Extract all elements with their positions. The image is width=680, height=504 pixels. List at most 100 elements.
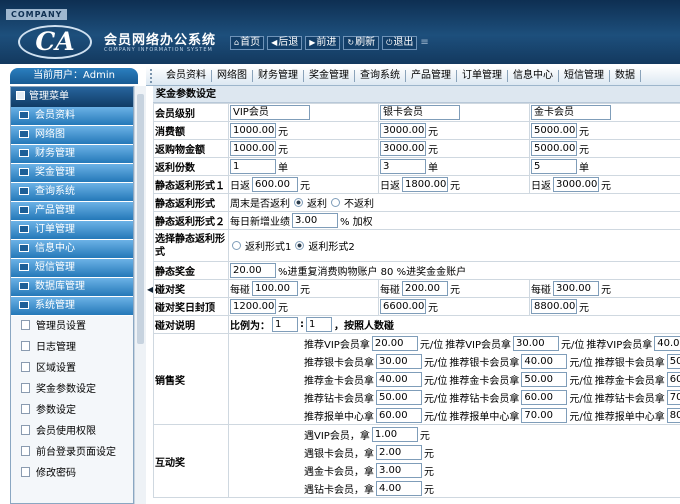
consume-field[interactable]: 3000.00 [380, 123, 426, 138]
collision-cap-field[interactable]: 1200.00 [230, 299, 276, 314]
company-badge: COMPANY [6, 9, 68, 20]
back-button[interactable]: ◀后退 [267, 36, 303, 50]
sales-field[interactable]: 30.00 [513, 335, 560, 351]
collision-cap-field[interactable]: 6600.00 [380, 299, 426, 314]
sidebar-subitem-params[interactable]: 参数设定 [11, 400, 133, 421]
sidebar: 管理菜单 会员资料 网络图 财务管理 奖金管理 查询系统 产品管理 订单管理 信… [10, 86, 134, 504]
forward-button[interactable]: ▶前进 [305, 36, 341, 50]
sidebar-item-network[interactable]: 网络图 [11, 126, 133, 145]
daily-rebate-field[interactable]: 3000.00 [553, 177, 599, 192]
sidebar-item-orders[interactable]: 订单管理 [11, 221, 133, 240]
sidebar-scrollbar[interactable] [134, 86, 146, 504]
nav-sms[interactable]: 短信管理 [559, 69, 610, 82]
sidebar-item-query[interactable]: 查询系统 [11, 183, 133, 202]
ratio-right-field[interactable]: 1 [306, 317, 332, 332]
sales-field[interactable]: 70.00 [666, 389, 680, 405]
table-row: 静态返利形式１ 日返 600.00 元 日返 1800.00 元 日返 3000.00 元 [153, 175, 680, 194]
menu-icon [16, 91, 25, 100]
back-icon: ◀ [271, 38, 278, 47]
sales-field[interactable]: 30.00 [376, 353, 422, 369]
sidebar-item-member-info[interactable]: 会员资料 [11, 107, 133, 126]
daily-rebate-field[interactable]: 600.00 [252, 177, 298, 192]
rebate-amount-field[interactable]: 1000.00 [230, 141, 276, 156]
top-nav: 会员资料 网络图 财务管理 奖金管理 查询系统 产品管理 订单管理 信息中心 短… [146, 66, 680, 86]
rebate-count-field[interactable]: 5 [531, 159, 577, 174]
interact-field[interactable]: 4.00 [376, 480, 422, 496]
sales-field[interactable]: 40.00 [376, 371, 422, 387]
interact-field[interactable]: 3.00 [376, 462, 422, 478]
rebate-yes-radio[interactable] [294, 198, 303, 207]
table-row: 互动奖 遇VIP会员，拿 1.00 元 遇银卡会员，拿 2.00 元 遇金卡会员，拿 3.… [153, 424, 680, 498]
nav-database[interactable]: 数据 [610, 69, 641, 82]
sidebar-item-messages[interactable]: 信息中心 [11, 240, 133, 259]
sales-field[interactable]: 40.00 [521, 353, 568, 369]
static-bonus-field[interactable]: 20.00 [230, 263, 276, 278]
collision-field[interactable]: 300.00 [553, 281, 599, 296]
daily-growth-field[interactable]: 3.00 [292, 213, 338, 228]
ratio-left-field[interactable]: 1 [272, 317, 298, 332]
form1-radio[interactable] [232, 241, 241, 250]
consume-field[interactable]: 5000.00 [531, 123, 577, 138]
sales-field[interactable]: 60.00 [521, 389, 568, 405]
sales-field[interactable]: 50.00 [376, 389, 422, 405]
daily-rebate-field[interactable]: 1800.00 [402, 177, 448, 192]
interact-field[interactable]: 2.00 [376, 444, 422, 460]
sidebar-subitem-password[interactable]: 修改密码 [11, 463, 133, 484]
nav-messages[interactable]: 信息中心 [508, 69, 559, 82]
sidebar-subitem-region[interactable]: 区域设置 [11, 358, 133, 379]
scrollbar-thumb[interactable] [137, 94, 144, 344]
sidebar-subitem-bonus-params[interactable]: 奖金参数设定 [11, 379, 133, 400]
sidebar-subitem-logs[interactable]: 日志管理 [11, 337, 133, 358]
home-button[interactable]: ⌂首页 [230, 36, 265, 50]
rebate-count-field[interactable]: 1 [230, 159, 276, 174]
form-title: 奖金参数设定 [153, 86, 680, 103]
collision-field[interactable]: 100.00 [252, 281, 298, 296]
rebate-amount-field[interactable]: 5000.00 [531, 141, 577, 156]
sales-field[interactable]: 50.00 [521, 371, 568, 387]
nav-query[interactable]: 查询系统 [355, 69, 406, 82]
refresh-button[interactable]: ↻刷新 [343, 36, 380, 50]
rebate-no-radio[interactable] [331, 198, 340, 207]
collision-field[interactable]: 200.00 [402, 281, 448, 296]
sales-row: 推荐钻卡会员拿50.00元/位推荐钻卡会员拿60.00元/位推荐钻卡会员拿70.… [304, 388, 680, 406]
sales-field[interactable]: 80.00 [666, 407, 680, 423]
collision-cap-field[interactable]: 8800.00 [531, 299, 577, 314]
sidebar-item-sms[interactable]: 短信管理 [11, 259, 133, 278]
sidebar-item-finance[interactable]: 财务管理 [11, 145, 133, 164]
sales-field[interactable]: 50.00 [666, 353, 680, 369]
sidebar-item-system[interactable]: 系统管理 [11, 297, 133, 316]
nav-member-info[interactable]: 会员资料 [161, 69, 212, 82]
consume-field[interactable]: 1000.00 [230, 123, 276, 138]
rebate-amount-field[interactable]: 3000.00 [380, 141, 426, 156]
document-icon [21, 425, 30, 435]
rebate-count-field[interactable]: 3 [380, 159, 426, 174]
level-field[interactable]: 银卡会员 [380, 105, 460, 120]
sidebar-item-bonus[interactable]: 奖金管理 [11, 164, 133, 183]
form2-radio[interactable] [295, 241, 305, 250]
sales-field[interactable]: 60.00 [666, 371, 680, 387]
level-field[interactable]: 金卡会员 [531, 105, 611, 120]
sales-field[interactable]: 20.00 [371, 335, 418, 351]
row-label: 返购物金额 [153, 139, 229, 158]
sales-field[interactable]: 60.00 [376, 407, 422, 423]
level-field[interactable]: VIP会员 [230, 105, 310, 120]
folder-icon [19, 130, 29, 138]
sidebar-subitem-permissions[interactable]: 会员使用权限 [11, 421, 133, 442]
sidebar-item-database[interactable]: 数据库管理 [11, 278, 133, 297]
sales-field[interactable]: 40.00 [654, 335, 680, 351]
logout-button[interactable]: ⏻退出 [382, 36, 418, 50]
nav-network[interactable]: 网络图 [212, 69, 253, 82]
nav-bonus[interactable]: 奖金管理 [304, 69, 355, 82]
nav-products[interactable]: 产品管理 [406, 69, 457, 82]
nav-finance[interactable]: 财务管理 [253, 69, 304, 82]
sidebar-subitem-login-page[interactable]: 前台登录页面设定 [11, 442, 133, 463]
nav-orders[interactable]: 订单管理 [457, 69, 508, 82]
document-icon [21, 404, 30, 414]
interact-field[interactable]: 1.00 [371, 426, 418, 442]
table-row: 返利份数 1单 3单 5单 [153, 157, 680, 176]
sales-field[interactable]: 70.00 [521, 407, 568, 423]
sidebar-subitem-admin[interactable]: 管理员设置 [11, 316, 133, 337]
sidebar-item-products[interactable]: 产品管理 [11, 202, 133, 221]
drag-handle-icon[interactable] [150, 68, 158, 83]
folder-icon [19, 168, 29, 176]
